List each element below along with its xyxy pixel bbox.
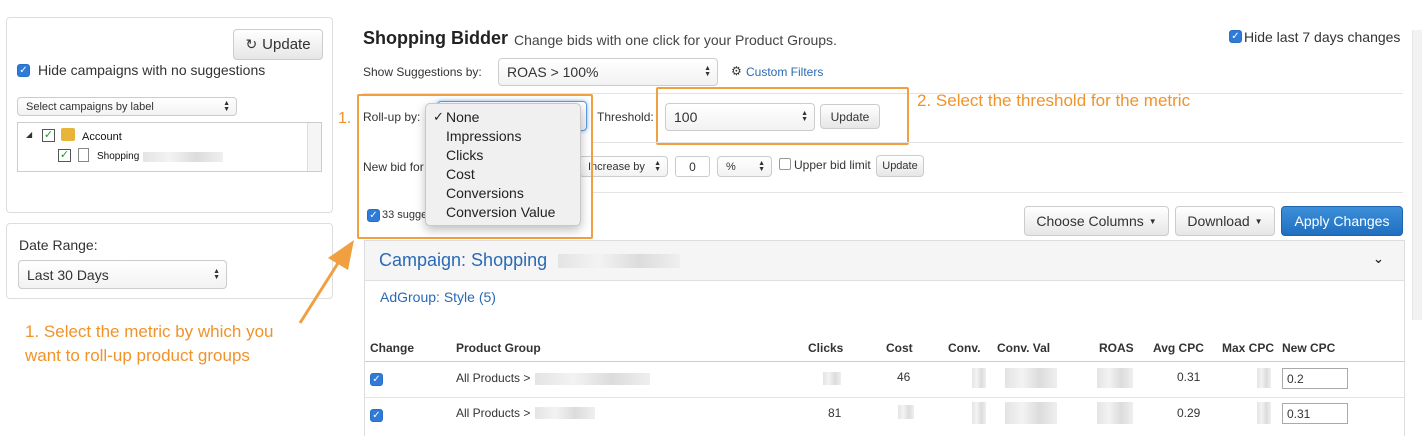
col-roas: ROAS: [1099, 341, 1134, 355]
document-icon: [78, 148, 89, 162]
annotation-step1-line2: want to roll-up product groups: [25, 346, 250, 365]
tree-campaign-label: Shopping: [97, 151, 140, 162]
redacted-max-cpc: [1257, 368, 1271, 388]
caret-down-icon: ▼: [1254, 216, 1263, 226]
choose-columns-button[interactable]: Choose Columns ▼: [1024, 206, 1169, 236]
redacted-conv-val: [1005, 368, 1057, 388]
page-subtitle: Change bids with one click for your Prod…: [514, 32, 837, 48]
date-range-panel: Date Range: Last 30 Days ▲ ▼: [6, 223, 333, 299]
page-title: Shopping Bidder: [363, 28, 508, 48]
refresh-icon: ↻: [245, 36, 258, 52]
select-arrows-icon: ▲ ▼: [213, 267, 220, 281]
redacted-conv: [972, 368, 986, 388]
rollup-option-conversions[interactable]: Conversions: [446, 185, 524, 201]
hide-no-suggestions-label: Hide campaigns with no suggestions: [38, 62, 266, 78]
col-change: Change: [370, 341, 415, 355]
campaign-filter-panel: ↻ Update ✓ Hide campaigns with no sugges…: [6, 17, 333, 213]
hide-last-7-days-checkbox[interactable]: ✓: [1229, 30, 1242, 43]
row-product-group: All Products >: [456, 371, 531, 385]
col-new-cpc: New CPC: [1282, 341, 1336, 355]
row-new-cpc-input[interactable]: 0.2: [1282, 368, 1348, 389]
col-product-group: Product Group: [456, 341, 541, 355]
rollup-option-cost[interactable]: Cost: [446, 166, 475, 182]
select-arrows-icon: ▲ ▼: [654, 159, 661, 173]
redacted-conv-val: [1005, 402, 1057, 424]
row-avg-cpc: 0.31: [1177, 370, 1201, 384]
row-cost: 46: [897, 370, 911, 384]
redacted-roas: [1097, 368, 1133, 388]
new-bid-update-button[interactable]: Update: [876, 155, 924, 177]
folder-icon: [61, 128, 75, 141]
col-clicks: Clicks: [808, 341, 844, 355]
upper-bid-limit-label: Upper bid limit: [794, 158, 871, 172]
col-avg-cpc: Avg CPC: [1153, 341, 1204, 355]
download-button[interactable]: Download ▼: [1175, 206, 1275, 236]
selected-check-icon: ✓: [433, 109, 444, 124]
hide-no-suggestions-checkbox[interactable]: ✓: [17, 64, 30, 77]
show-suggestions-select[interactable]: ROAS > 100% ▲ ▼: [498, 58, 718, 86]
upper-bid-limit-checkbox[interactable]: [779, 158, 791, 170]
right-scrollbar[interactable]: [1412, 30, 1422, 320]
sidebar-update-button[interactable]: ↻ Update: [233, 29, 323, 60]
caret-down-icon: ▼: [1148, 216, 1157, 226]
hide-last-7-days-label: Hide last 7 days changes: [1244, 29, 1401, 45]
select-arrows-icon: ▲ ▼: [758, 159, 765, 173]
date-range-label: Date Range:: [19, 237, 98, 253]
collapse-chevron-icon[interactable]: ⌄: [1373, 251, 1384, 267]
gear-icon: ⚙: [731, 64, 742, 78]
sidebar-update-label: Update: [262, 36, 311, 53]
annotation-threshold-box: [656, 87, 909, 145]
threshold-label: Threshold:: [597, 110, 654, 124]
col-cost: Cost: [886, 341, 913, 355]
row-avg-cpc: 0.29: [1177, 406, 1201, 420]
redacted-product-name: [535, 407, 595, 419]
redacted-clicks: [823, 372, 841, 385]
rollup-option-clicks[interactable]: Clicks: [446, 147, 483, 163]
show-suggestions-label: Show Suggestions by:: [363, 65, 482, 79]
row-new-cpc-input[interactable]: 0.31: [1282, 403, 1348, 424]
col-conv: Conv.: [948, 341, 981, 355]
annotation-arrow-icon: [298, 240, 354, 324]
annotation-step1-number: 1.: [338, 110, 352, 127]
col-max-cpc: Max CPC: [1222, 341, 1275, 355]
adgroup-link[interactable]: AdGroup: Style (5): [380, 289, 496, 305]
redacted-cost: [898, 405, 914, 419]
date-range-select[interactable]: Last 30 Days ▲ ▼: [18, 260, 227, 289]
redacted-max-cpc: [1257, 402, 1271, 424]
row-product-group: All Products >: [456, 406, 531, 420]
divider: [593, 192, 1403, 193]
campaign-checkbox[interactable]: ✓: [58, 149, 71, 162]
unit-select[interactable]: % ▲ ▼: [717, 156, 772, 177]
increase-amount-input[interactable]: 0: [675, 156, 710, 177]
rollup-dropdown-menu: ✓ None Impressions Clicks Cost Conversio…: [425, 103, 581, 226]
select-arrows-icon: ▲ ▼: [704, 65, 711, 78]
row-change-checkbox[interactable]: ✓: [370, 409, 383, 422]
apply-changes-button[interactable]: Apply Changes: [1281, 206, 1403, 236]
redacted-campaign-name: [558, 254, 680, 268]
redacted-campaign-name: [143, 152, 223, 162]
campaign-tree: ◢ ✓ Account ✓ Shopping: [17, 122, 322, 172]
redacted-roas: [1097, 402, 1133, 424]
annotation-step1-line1: 1. Select the metric by which you: [25, 322, 274, 341]
divider: [593, 142, 1403, 143]
row-change-checkbox[interactable]: ✓: [370, 373, 383, 386]
annotation-step2: 2. Select the threshold for the metric: [917, 91, 1191, 110]
row-clicks: 81: [828, 406, 842, 420]
tree-expand-icon[interactable]: ◢: [26, 130, 32, 139]
select-arrows-icon: ▲ ▼: [223, 99, 230, 113]
campaign-label-select[interactable]: Select campaigns by label ▲ ▼: [17, 97, 237, 116]
custom-filters-link[interactable]: Custom Filters: [746, 65, 823, 79]
rollup-option-impressions[interactable]: Impressions: [446, 128, 521, 144]
campaign-title[interactable]: Campaign: Shopping: [379, 250, 547, 271]
rollup-option-none[interactable]: None: [446, 109, 479, 125]
tree-scrollbar[interactable]: [307, 123, 321, 171]
rollup-option-conversion-value[interactable]: Conversion Value: [446, 204, 555, 220]
redacted-product-name: [535, 373, 650, 385]
redacted-conv: [972, 402, 986, 424]
col-conv-val: Conv. Val: [997, 341, 1051, 355]
tree-account-label: Account: [82, 131, 122, 143]
account-checkbox[interactable]: ✓: [42, 129, 55, 142]
